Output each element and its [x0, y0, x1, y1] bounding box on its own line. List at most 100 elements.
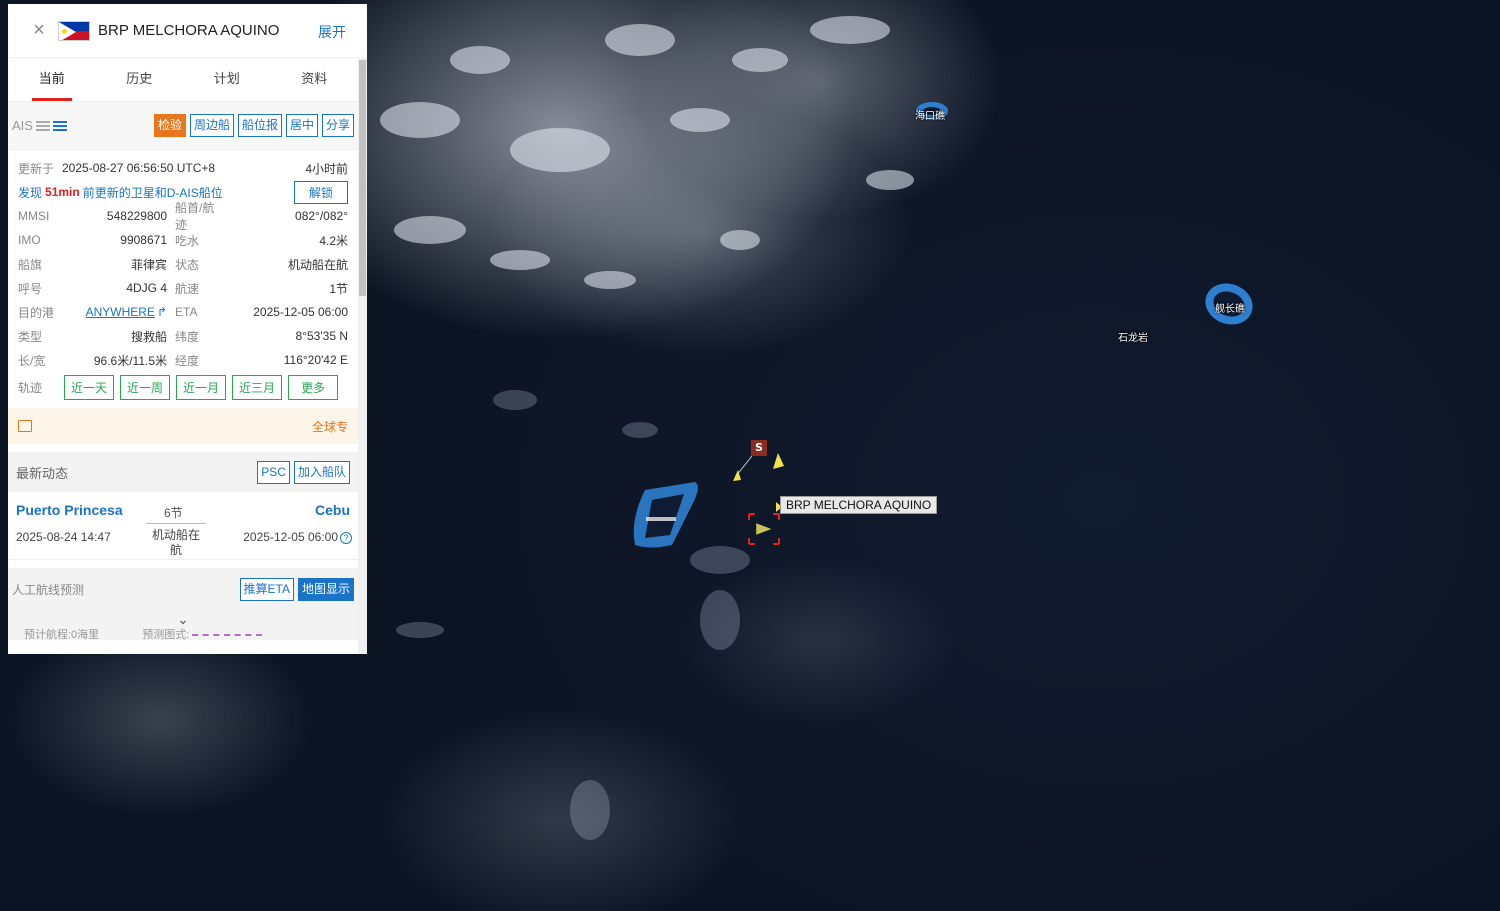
detail-row: 船旗 菲律宾 状态 机动船在航 — [18, 252, 348, 276]
detail-row: IMO 9908671 吃水 4.2米 — [18, 228, 348, 252]
departure-time: 2025-08-24 14:47 — [16, 530, 111, 544]
voyage-divider — [146, 523, 206, 524]
tab-profile[interactable]: 资料 — [271, 58, 359, 101]
panel-scrollbar[interactable] — [358, 58, 367, 654]
philippines-flag-icon — [58, 20, 90, 41]
detail-key: 吃水 — [175, 233, 200, 248]
detail-key: 目的港 — [18, 305, 55, 320]
panel-content: × BRP MELCHORA AQUINO 展开 当前 历史 计划 资料 AIS… — [8, 4, 358, 640]
update-time: 2025-08-27 06:56:50 UTC+8 — [62, 161, 216, 175]
s-marker-letter[interactable]: S — [754, 440, 764, 456]
panel-header: × BRP MELCHORA AQUINO 展开 — [8, 4, 358, 58]
predicted-distance: 预计航程:0海里 — [24, 629, 100, 640]
ais-toolbar: AIS 检验 周边船 船位报 居中 分享 — [8, 102, 358, 150]
detail-value: 2025-12-05 06:00 — [253, 305, 348, 319]
track-label: 轨迹 — [18, 380, 43, 395]
detail-value: 菲律宾 — [130, 257, 167, 272]
latest-header: 最新动态 PSC 加入船队 — [8, 452, 358, 492]
destination-cell: ANYWHERE ↱ — [58, 305, 175, 319]
detail-value: 96.6米/11.5米 — [93, 353, 167, 368]
detail-row: MMSI 548229800 船首/航迹 082°/082° — [18, 201, 348, 232]
prediction-header: 人工航线预测 推算ETA 地图显示 — [8, 568, 358, 610]
detail-value: 4DJG 4 — [126, 281, 167, 295]
detail-row: 类型 搜救船 纬度 8°53'35 N — [18, 324, 348, 348]
nearby-ships-button[interactable]: 周边船 — [189, 114, 234, 137]
ship-details: 更新于 2025-08-27 06:56:50 UTC+8 4小时前 发现 51… — [8, 150, 358, 402]
notice-suffix: 前更新的卫星和D-AIS船位 — [82, 185, 223, 200]
detail-key: 船旗 — [18, 257, 43, 272]
track-week-button[interactable]: 近一周 — [120, 374, 171, 400]
detail-key: 经度 — [175, 353, 200, 368]
detail-value: 机动船在航 — [287, 257, 348, 272]
position-report-button[interactable]: 船位报 — [237, 114, 282, 137]
route-arrow-icon[interactable]: ↱ — [157, 305, 167, 319]
track-month-button[interactable]: 近一月 — [176, 374, 227, 400]
detail-key: 船首/航迹 — [175, 201, 215, 232]
update-ago: 4小时前 — [305, 161, 348, 176]
voyage-speed: 6节 — [164, 506, 183, 520]
prediction-legend: 预测图式: — [142, 629, 190, 640]
detail-value: 搜救船 — [130, 329, 167, 344]
add-to-fleet-button[interactable]: 加入船队 — [293, 460, 350, 484]
detail-value: 8°53'35 N — [295, 329, 348, 343]
share-button[interactable]: 分享 — [321, 114, 354, 137]
detail-value: 4.2米 — [319, 233, 348, 248]
buoy-marker — [773, 453, 784, 469]
detail-value: 1节 — [329, 281, 348, 296]
center-button[interactable]: 居中 — [285, 114, 318, 137]
detail-key: 长/宽 — [18, 353, 46, 368]
list-icon[interactable] — [35, 120, 50, 131]
place-label-shilong: 石龙岩 — [1118, 333, 1148, 344]
update-row: 更新于 2025-08-27 06:56:50 UTC+8 4小时前 — [18, 156, 348, 180]
unlock-button[interactable]: 解锁 — [293, 180, 348, 204]
psc-button[interactable]: PSC — [257, 460, 290, 484]
latest-title: 最新动态 — [16, 465, 69, 481]
detail-key: 呼号 — [18, 281, 43, 296]
detail-key: 航速 — [175, 281, 200, 296]
scrollbar-thumb[interactable] — [359, 60, 366, 296]
reef-main — [633, 482, 698, 548]
track-more-button[interactable]: 更多 — [288, 374, 339, 400]
notice-text[interactable]: 全球专 — [312, 418, 348, 435]
check-button[interactable]: 检验 — [153, 114, 186, 137]
destination-link[interactable]: ANYWHERE — [86, 305, 155, 319]
prediction-title: 人工航线预测 — [12, 582, 85, 597]
tab-current[interactable]: 当前 — [8, 58, 96, 101]
tab-plan[interactable]: 计划 — [183, 58, 271, 101]
track-quarter-button[interactable]: 近三月 — [232, 374, 283, 400]
notice-minutes: 51min — [45, 185, 80, 199]
detail-key: MMSI — [18, 209, 50, 223]
arrival-port[interactable]: Cebu — [315, 502, 350, 518]
detail-row: 目的港 ANYWHERE ↱ ETA 2025-12-05 06:00 — [18, 300, 348, 324]
track-row: 轨迹 近一天 近一周 近一月 近三月 更多 — [18, 372, 348, 402]
arrival-time: 2025-12-05 06:00 — [243, 530, 338, 544]
tab-history[interactable]: 历史 — [96, 58, 184, 101]
help-icon[interactable]: ? — [340, 532, 352, 544]
vessel-target[interactable] — [748, 502, 782, 545]
ais-label: AIS — [12, 118, 33, 133]
latest-actions: PSC 加入船队 — [257, 460, 350, 484]
detail-key: IMO — [18, 233, 41, 247]
ship-name: BRP MELCHORA AQUINO — [98, 22, 280, 39]
chevron-down-icon[interactable]: ⌄ — [8, 610, 358, 628]
notice-bar: 全球专 — [8, 408, 358, 444]
detail-key: 状态 — [175, 257, 200, 272]
tab-bar: 当前 历史 计划 资料 — [8, 58, 358, 102]
ais-actions: 检验 周边船 船位报 居中 分享 — [153, 114, 354, 137]
detail-key: ETA — [175, 305, 198, 319]
estimate-eta-button[interactable]: 推算ETA — [239, 577, 294, 601]
close-button[interactable]: × — [24, 16, 54, 46]
prediction-legend-line — [192, 634, 263, 637]
detail-value: 082°/082° — [295, 209, 348, 223]
expand-button[interactable]: 展开 — [318, 22, 346, 42]
departure-port[interactable]: Puerto Princesa — [16, 502, 123, 518]
track-day-button[interactable]: 近一天 — [64, 374, 115, 400]
list-detail-icon[interactable] — [52, 120, 67, 131]
map-ship-label[interactable]: BRP MELCHORA AQUINO — [780, 496, 938, 514]
detail-row: 呼号 4DJG 4 航速 1节 — [18, 276, 348, 300]
prediction-footer: 预计航程:0海里 预测图式: — [8, 628, 358, 640]
map-display-button[interactable]: 地图显示 — [297, 577, 354, 601]
update-label: 更新于 — [18, 161, 55, 176]
prediction-actions: 推算ETA 地图显示 — [239, 577, 354, 601]
place-label-haikou: 海口礁 — [915, 111, 945, 122]
